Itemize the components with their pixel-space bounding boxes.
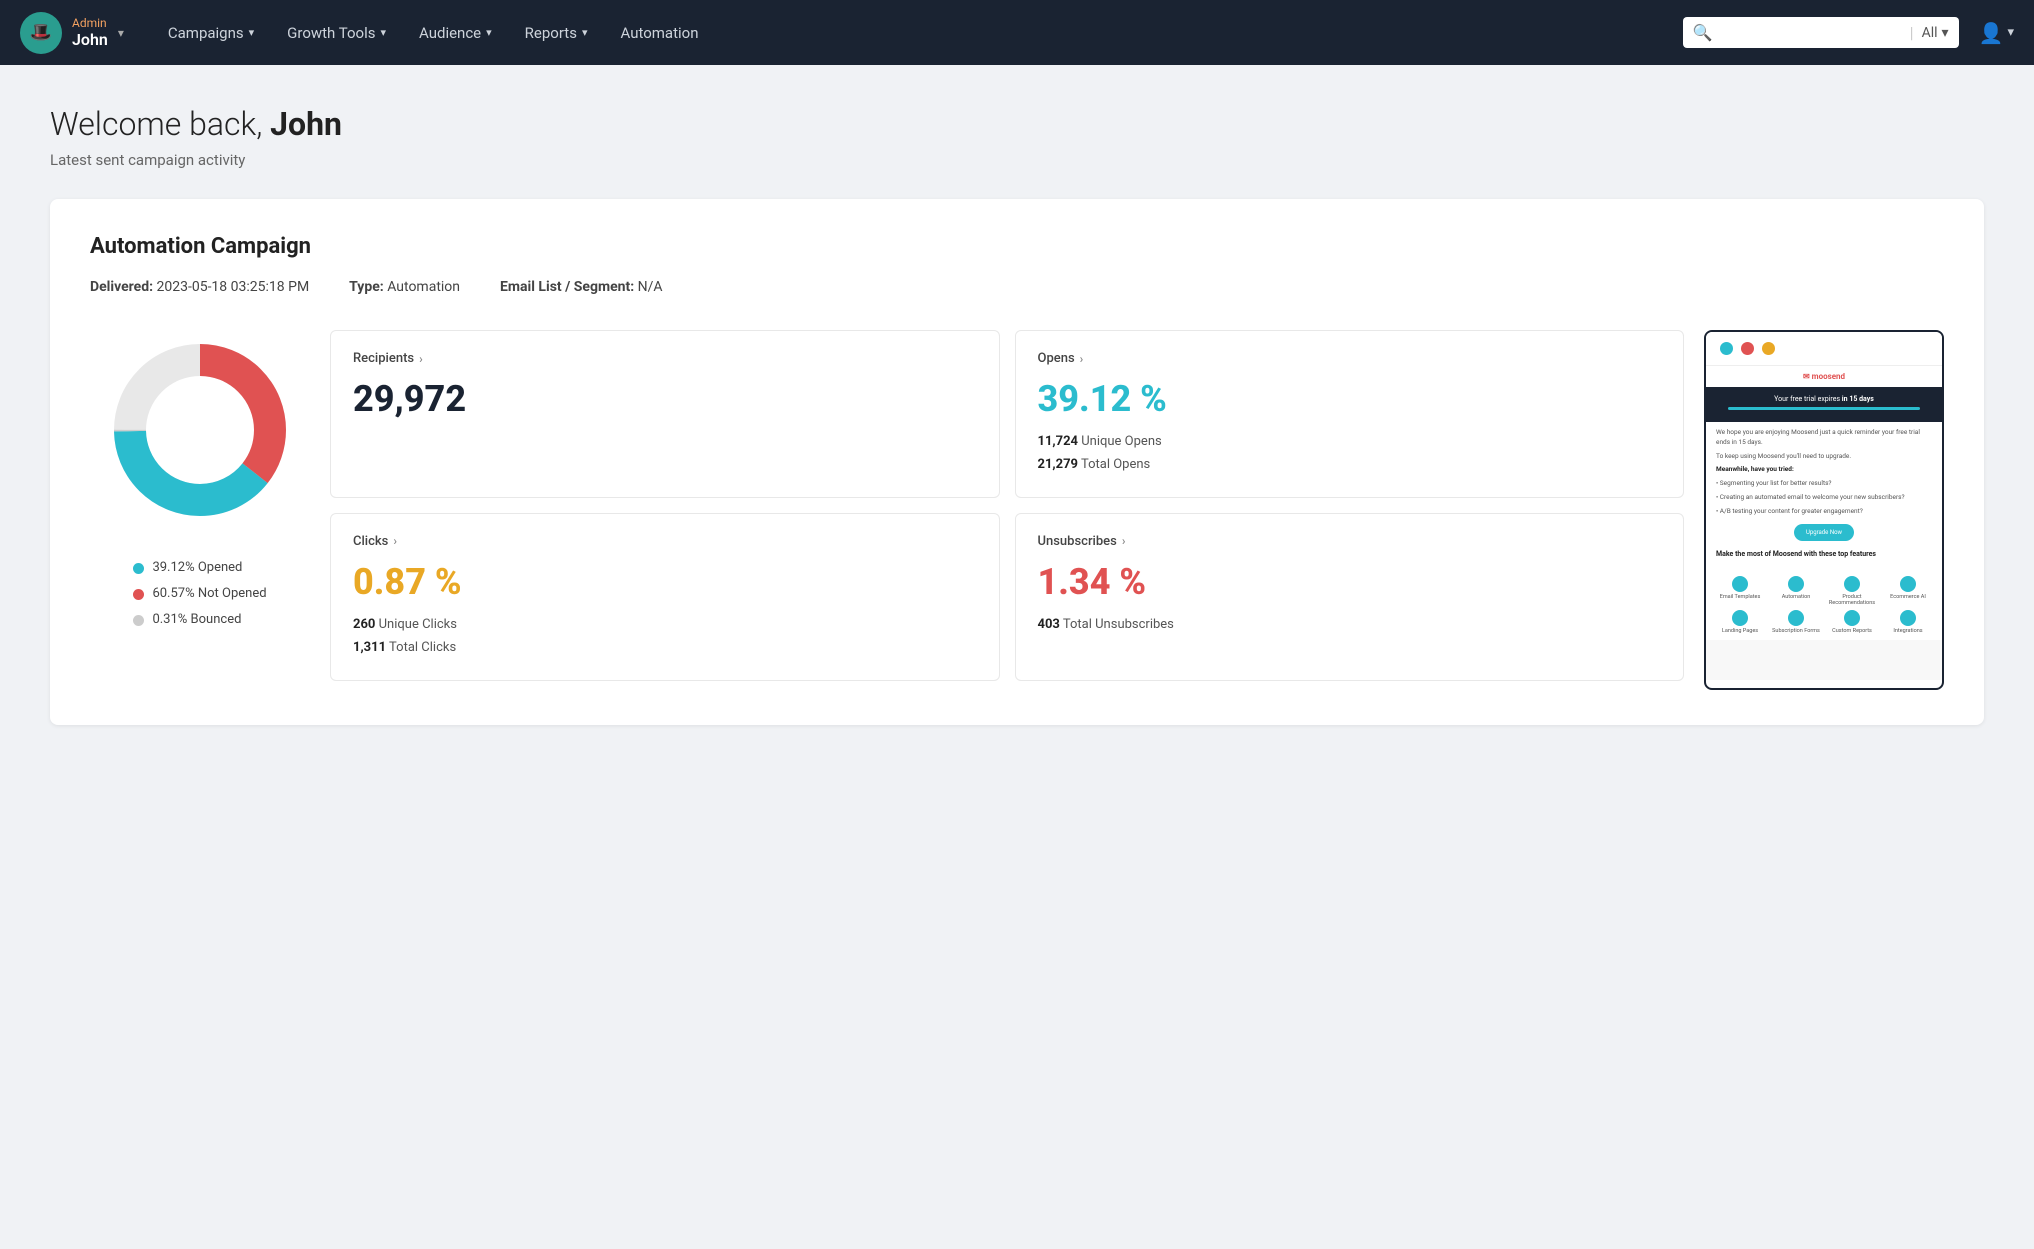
legend-bounced: 0.31% Bounced	[133, 607, 266, 633]
stat-opens: Opens › 39.12 % 11,724 Unique Opens 21,2…	[1015, 330, 1685, 498]
preview-feature-subscription: Subscription Forms	[1770, 610, 1822, 634]
stat-recipients: Recipients › 29,972	[330, 330, 1000, 498]
main-content: Welcome back, John Latest sent campaign …	[0, 65, 2034, 765]
user-name: John	[72, 30, 108, 49]
unsubscribes-arrow-icon[interactable]: ›	[1122, 534, 1126, 548]
welcome-title: Welcome back, John	[50, 105, 1984, 143]
preview-feature-icon-8	[1900, 610, 1916, 626]
preview-window-header	[1706, 332, 1942, 366]
unsubscribes-sub: 403 Total Unsubscribes	[1038, 613, 1662, 636]
recipients-arrow-icon[interactable]: ›	[419, 352, 423, 366]
user-info: Admin John	[72, 16, 108, 50]
user-role: Admin	[72, 16, 108, 30]
account-button[interactable]: 👤 ▾	[1979, 21, 2014, 45]
preview-feature-email-templates: Email Templates	[1714, 576, 1766, 606]
preview-features-grid: Email Templates Automation Product Recom…	[1706, 570, 1942, 640]
legend-bounced-dot	[133, 615, 144, 626]
stat-clicks: Clicks › 0.87 % 260 Unique Clicks 1,311 …	[330, 513, 1000, 681]
legend-not-opened: 60.57% Not Opened	[133, 581, 266, 607]
preview-feature-icon-2	[1788, 576, 1804, 592]
recipients-label: Recipients ›	[353, 351, 977, 366]
opens-label: Opens ›	[1038, 351, 1662, 366]
preview-feature-landing: Landing Pages	[1714, 610, 1766, 634]
preview-feature-icon-5	[1732, 610, 1748, 626]
preview-dot-teal	[1720, 342, 1733, 355]
preview-body: ✉ moosend Your free trial expires in 15 …	[1706, 366, 1942, 680]
user-dropdown-chevron[interactable]: ▾	[118, 26, 124, 40]
nav-campaigns[interactable]: Campaigns ▾	[154, 16, 268, 50]
clicks-pct: 0.87 %	[353, 561, 977, 603]
preview-feature-integrations: Integrations	[1882, 610, 1934, 634]
preview-progress-bar	[1728, 407, 1920, 410]
audience-chevron-icon: ▾	[486, 26, 492, 39]
preview-upgrade-button[interactable]: Upgrade Now	[1794, 524, 1854, 541]
campaign-type: Type: Automation	[349, 279, 460, 295]
nav-growth-tools[interactable]: Growth Tools ▾	[273, 16, 400, 50]
opens-pct: 39.12 %	[1038, 378, 1662, 420]
campaign-email-list: Email List / Segment: N/A	[500, 279, 663, 295]
unsubscribes-label: Unsubscribes ›	[1038, 534, 1662, 549]
email-preview: ✉ moosend Your free trial expires in 15 …	[1704, 330, 1944, 690]
unsubscribes-pct: 1.34 %	[1038, 561, 1662, 603]
preview-feature-icon-4	[1900, 576, 1916, 592]
nav-automation[interactable]: Automation	[606, 16, 712, 50]
brand[interactable]: 🎩 Admin John ▾	[20, 12, 124, 54]
preview-feature-ecommerce: Ecommerce AI	[1882, 576, 1934, 606]
preview-feature-product-rec: Product Recommendations	[1826, 576, 1878, 606]
preview-feature-custom-reports: Custom Reports	[1826, 610, 1878, 634]
search-filter-chevron-icon: ▾	[1942, 25, 1949, 41]
search-divider: |	[1910, 23, 1914, 42]
campaign-delivered: Delivered: 2023-05-18 03:25:18 PM	[90, 279, 309, 295]
search-filter-button[interactable]: All ▾	[1922, 25, 1949, 41]
welcome-subtitle: Latest sent campaign activity	[50, 151, 1984, 169]
campaign-meta: Delivered: 2023-05-18 03:25:18 PM Type: …	[90, 279, 1944, 295]
search-bar[interactable]: 🔍 | All ▾	[1683, 17, 1959, 48]
preview-dot-yellow	[1762, 342, 1775, 355]
stat-unsubscribes: Unsubscribes › 1.34 % 403 Total Unsubscr…	[1015, 513, 1685, 681]
preview-feature-icon-3	[1844, 576, 1860, 592]
clicks-sub: 260 Unique Clicks 1,311 Total Clicks	[353, 613, 977, 660]
search-input[interactable]	[1721, 25, 1902, 41]
preview-feature-icon-6	[1788, 610, 1804, 626]
preview-feature-icon-7	[1844, 610, 1860, 626]
opens-sub: 11,724 Unique Opens 21,279 Total Opens	[1038, 430, 1662, 477]
donut-chart	[100, 330, 300, 530]
stats-grid: Recipients › 29,972 Opens › 39.12 % 11,7…	[330, 330, 1684, 681]
donut-section: 39.12% Opened 60.57% Not Opened 0.31% Bo…	[90, 330, 310, 633]
main-nav: Campaigns ▾ Growth Tools ▾ Audience ▾ Re…	[154, 16, 1673, 50]
nav-reports[interactable]: Reports ▾	[511, 16, 602, 50]
preview-feature-icon	[1732, 576, 1748, 592]
donut-legend: 39.12% Opened 60.57% Not Opened 0.31% Bo…	[133, 555, 266, 633]
opens-arrow-icon[interactable]: ›	[1080, 352, 1084, 366]
preview-top-bar: Your free trial expires in 15 days	[1706, 387, 1942, 422]
legend-opened: 39.12% Opened	[133, 555, 266, 581]
nav-audience[interactable]: Audience ▾	[405, 16, 506, 50]
stats-area: 39.12% Opened 60.57% Not Opened 0.31% Bo…	[90, 330, 1944, 690]
preview-dot-red	[1741, 342, 1754, 355]
growth-tools-chevron-icon: ▾	[380, 26, 386, 39]
search-icon: 🔍	[1693, 23, 1713, 42]
recipients-value: 29,972	[353, 378, 977, 420]
legend-opened-dot	[133, 563, 144, 574]
account-icon: 👤	[1979, 21, 2004, 45]
campaign-title: Automation Campaign	[90, 234, 1944, 259]
account-chevron-icon: ▾	[2007, 25, 2014, 40]
navbar: 🎩 Admin John ▾ Campaigns ▾ Growth Tools …	[0, 0, 2034, 65]
preview-body-content: We hope you are enjoying Moosend just a …	[1706, 422, 1942, 570]
preview-feature-automation: Automation	[1770, 576, 1822, 606]
campaigns-chevron-icon: ▾	[249, 26, 255, 39]
logo-icon: 🎩	[20, 12, 62, 54]
clicks-arrow-icon[interactable]: ›	[393, 534, 397, 548]
clicks-label: Clicks ›	[353, 534, 977, 549]
legend-not-opened-dot	[133, 589, 144, 600]
campaign-card: Automation Campaign Delivered: 2023-05-1…	[50, 199, 1984, 725]
reports-chevron-icon: ▾	[582, 26, 588, 39]
preview-email-content: ✉ moosend Your free trial expires in 15 …	[1706, 366, 1942, 640]
preview-logo: ✉ moosend	[1706, 366, 1942, 387]
